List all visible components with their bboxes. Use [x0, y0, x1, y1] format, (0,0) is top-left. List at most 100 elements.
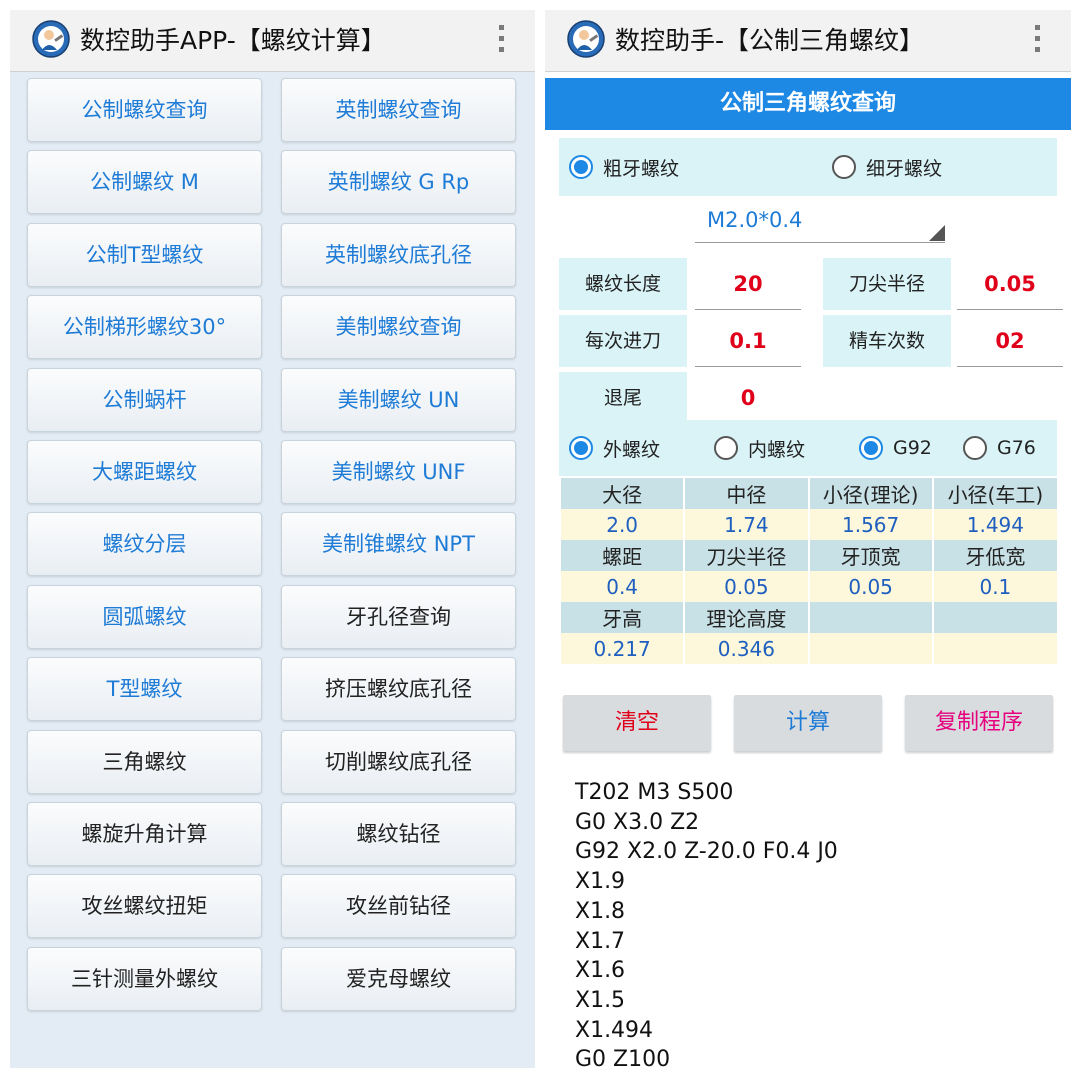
overflow-menu-icon[interactable] [1033, 25, 1041, 57]
external-thread-label: 外螺纹 [603, 438, 661, 461]
table-cell: 螺距 [558, 540, 685, 571]
overflow-menu-icon[interactable] [497, 25, 505, 57]
table-cell: 中径 [683, 478, 809, 509]
gcode-line: X1.9 [575, 869, 626, 895]
fine-thread-label: 细牙螺纹 [866, 157, 943, 180]
thread-type-button[interactable]: 螺纹钻径 [281, 802, 516, 866]
retract-input[interactable]: 0 [695, 372, 801, 424]
retract-label: 退尾 [559, 372, 687, 424]
table-cell: 0.217 [558, 633, 685, 664]
table-cell: 1.74 [683, 509, 809, 540]
thread-length-label: 螺纹长度 [559, 258, 687, 310]
thread-type-button[interactable]: 公制螺纹 M [27, 150, 262, 215]
table-row: 2.0 1.74 1.567 1.494 [558, 509, 1057, 540]
radio-checked-icon [569, 155, 593, 179]
thread-type-button[interactable]: 圆弧螺纹 [27, 584, 262, 649]
thread-type-button[interactable]: 螺纹分层 [27, 512, 262, 577]
thread-type-button[interactable]: 英制螺纹 G Rp [281, 150, 516, 215]
radio-checked-icon [859, 436, 883, 460]
internal-thread-label: 内螺纹 [748, 438, 806, 461]
table-row: 0.4 0.05 0.05 0.1 [558, 571, 1057, 602]
table-row: 大径 中径 小径(理论) 小径(车工) [558, 478, 1057, 509]
table-cell: 大径 [558, 478, 685, 509]
thread-type-button[interactable]: 美制螺纹 UNF [281, 440, 516, 504]
thread-type-button[interactable]: 英制螺纹查询 [281, 78, 516, 142]
table-row: 牙高 理论高度 [558, 602, 1057, 633]
g92-radio[interactable]: G92 [859, 420, 932, 476]
thread-length-input[interactable]: 20 [695, 258, 801, 310]
coarse-thread-radio[interactable]: 粗牙螺纹 [569, 138, 679, 196]
dropdown-arrow-icon [929, 225, 945, 241]
metric-triangle-thread-screen: 数控助手-【公制三角螺纹】 公制三角螺纹查询 粗牙螺纹 细牙螺纹 M2.0*0.… [545, 10, 1071, 1068]
app-title: 数控助手-【公制三角螺纹】 [615, 26, 925, 55]
gcode-line: X1.7 [575, 928, 626, 954]
table-cell: 0.1 [931, 571, 1057, 602]
gcode-line: G92 X2.0 Z-20.0 F0.4 J0 [575, 839, 838, 865]
section-header: 公制三角螺纹查询 [545, 78, 1071, 130]
feed-per-pass-label: 每次进刀 [559, 315, 687, 367]
app-title: 数控助手APP-【螺纹计算】 [80, 26, 386, 55]
thread-type-button[interactable]: T型螺纹 [27, 657, 262, 722]
thread-type-button[interactable]: 爱克母螺纹 [281, 946, 516, 1011]
thread-type-button[interactable]: 螺旋升角计算 [27, 802, 262, 866]
copy-program-button[interactable]: 复制程序 [905, 695, 1053, 751]
thread-type-button[interactable]: 三针测量外螺纹 [27, 946, 262, 1011]
thread-type-button[interactable]: 美制螺纹查询 [281, 295, 516, 360]
g92-label: G92 [893, 437, 932, 459]
thread-calc-menu-screen: 数控助手APP-【螺纹计算】 公制螺纹查询 英制螺纹查询 公制螺纹 M 英制螺纹 G … [10, 10, 535, 1068]
gcode-line: G0 Z100 [575, 1047, 671, 1068]
thread-spec-dropdown[interactable]: M2.0*0.4 [695, 198, 945, 243]
app-bar: 数控助手APP-【螺纹计算】 [10, 10, 535, 72]
radio-unchecked-icon [832, 155, 856, 179]
table-cell: 牙顶宽 [807, 540, 933, 571]
thread-type-button[interactable]: 三角螺纹 [27, 729, 262, 794]
thread-type-button[interactable]: 切削螺纹底孔径 [281, 729, 516, 794]
table-cell: 1.494 [931, 509, 1057, 540]
thread-type-button[interactable]: 英制螺纹底孔径 [281, 222, 516, 287]
finish-passes-input[interactable]: 02 [957, 315, 1063, 367]
gcode-line: X1.8 [575, 898, 626, 924]
fine-thread-radio[interactable]: 细牙螺纹 [832, 138, 942, 196]
thread-type-button[interactable]: 攻丝前钻径 [281, 874, 516, 939]
table-row: 0.217 0.346 [558, 633, 1057, 664]
clear-button[interactable]: 清空 [563, 695, 711, 751]
thread-type-button[interactable]: 攻丝螺纹扭矩 [27, 874, 262, 939]
thread-mode-radio-group: 外螺纹 内螺纹 G92 G76 [559, 420, 1057, 476]
thread-type-button[interactable]: 挤压螺纹底孔径 [281, 657, 516, 722]
finish-passes-label: 精车次数 [823, 315, 951, 367]
calculate-button[interactable]: 计算 [734, 695, 882, 751]
coarse-thread-label: 粗牙螺纹 [603, 157, 680, 180]
nose-radius-label: 刀尖半径 [823, 258, 951, 310]
thread-type-button[interactable]: 美制锥螺纹 NPT [281, 512, 516, 577]
gcode-line: G0 X3.0 Z2 [575, 809, 700, 835]
gcode-line: T202 M3 S500 [575, 780, 734, 805]
internal-thread-radio[interactable]: 内螺纹 [714, 420, 805, 476]
thread-type-button[interactable]: 公制梯形螺纹30° [27, 295, 262, 360]
gcode-line: X1.6 [575, 958, 626, 984]
table-cell: 小径(理论) [807, 478, 933, 509]
radio-checked-icon [569, 436, 593, 460]
app-logo-icon [567, 20, 605, 58]
table-row: 螺距 刀尖半径 牙顶宽 牙低宽 [558, 540, 1057, 571]
gcode-line: X1.5 [575, 987, 626, 1013]
g76-radio[interactable]: G76 [963, 420, 1036, 476]
thread-spec-value: M2.0*0.4 [707, 208, 803, 232]
table-cell: 牙高 [558, 602, 685, 633]
table-cell: 2.0 [558, 509, 685, 540]
thread-type-button[interactable]: 公制T型螺纹 [27, 222, 262, 287]
nose-radius-input[interactable]: 0.05 [957, 258, 1063, 310]
thread-type-button[interactable]: 大螺距螺纹 [27, 440, 262, 504]
table-cell: 牙低宽 [931, 540, 1057, 571]
thread-type-button[interactable]: 美制螺纹 UN [281, 367, 516, 432]
table-cell [931, 602, 1057, 633]
feed-per-pass-input[interactable]: 0.1 [695, 315, 801, 367]
external-thread-radio[interactable]: 外螺纹 [569, 420, 660, 476]
table-cell: 0.05 [807, 571, 933, 602]
table-cell: 刀尖半径 [683, 540, 809, 571]
thread-type-button[interactable]: 公制蜗杆 [27, 367, 262, 432]
table-cell: 1.567 [807, 509, 933, 540]
gcode-output[interactable]: T202 M3 S500 G0 X3.0 Z2 G92 X2.0 Z-20.0 F0… [575, 778, 1055, 1068]
thread-type-button[interactable]: 公制螺纹查询 [27, 78, 262, 142]
radio-unchecked-icon [963, 436, 987, 460]
thread-type-button[interactable]: 牙孔径查询 [281, 584, 516, 649]
